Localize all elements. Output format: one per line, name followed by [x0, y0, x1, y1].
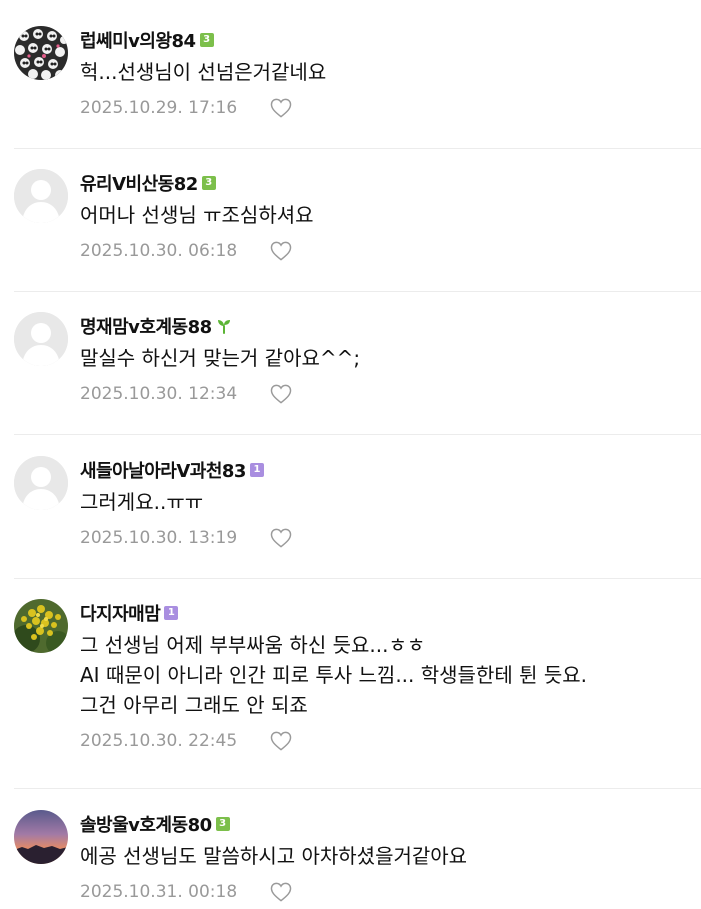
divider — [14, 578, 701, 579]
panda-pattern-avatar-icon — [14, 26, 68, 80]
divider — [14, 434, 701, 435]
author-name[interactable]: 새들아날아라V과천83 — [80, 457, 246, 483]
author-name[interactable]: 명재맘v호계동88 — [80, 313, 212, 339]
comment-text: 어머나 선생님 ㅠ조심하셔요 — [80, 203, 314, 227]
level-badge-icon: 3 — [215, 817, 230, 831]
default-avatar-icon — [14, 169, 68, 223]
avatar[interactable] — [14, 456, 68, 510]
divider — [14, 291, 701, 292]
comment-text: 그러게요..ㅠㅠ — [80, 490, 204, 514]
avatar[interactable] — [14, 312, 68, 366]
level-badge-icon: 1 — [164, 606, 179, 620]
avatar[interactable] — [14, 169, 68, 223]
comment-date: 2025.10.30. 12:34 — [80, 384, 238, 404]
default-avatar-icon — [14, 312, 68, 366]
heart-outline-icon[interactable] — [270, 882, 292, 902]
comment-date: 2025.10.31. 00:18 — [80, 882, 238, 902]
sunset-avatar-icon — [14, 810, 68, 864]
level-badge-icon: 3 — [201, 176, 216, 190]
heart-outline-icon[interactable] — [270, 731, 292, 751]
sprout-badge-icon — [216, 318, 232, 334]
author-name[interactable]: 럽쎄미v의왕84 — [80, 27, 196, 53]
comment-date: 2025.10.30. 13:19 — [80, 528, 238, 548]
level-badge-icon: 1 — [249, 463, 264, 477]
comment-date: 2025.10.30. 06:18 — [80, 241, 238, 261]
comment-text: 말실수 하신거 맞는거 같아요^^; — [80, 346, 361, 370]
comment-date: 2025.10.29. 17:16 — [80, 98, 238, 118]
level-badge-icon: 3 — [199, 33, 214, 47]
comment-text: 그 선생님 어제 부부싸움 하신 듯요...ㅎㅎ AI 때문이 아니라 인간 피… — [80, 633, 588, 717]
heart-outline-icon[interactable] — [270, 241, 292, 261]
heart-outline-icon[interactable] — [270, 98, 292, 118]
avatar[interactable] — [14, 599, 68, 653]
author-name[interactable]: 다지자매맘 — [80, 600, 161, 626]
heart-outline-icon[interactable] — [270, 528, 292, 548]
author-name[interactable]: 유리V비산동82 — [80, 170, 198, 196]
author-name[interactable]: 솔방울v호계동80 — [80, 811, 212, 837]
comment-text: 헉...선생님이 선넘은거같네요 — [80, 60, 327, 84]
comment-date: 2025.10.30. 22:45 — [80, 731, 238, 751]
divider — [14, 788, 701, 789]
default-avatar-icon — [14, 456, 68, 510]
flower-avatar-icon — [14, 599, 68, 653]
divider — [14, 148, 701, 149]
avatar[interactable] — [14, 26, 68, 80]
avatar[interactable] — [14, 810, 68, 864]
comment-text: 에공 선생님도 말씀하시고 아차하셨을거같아요 — [80, 844, 468, 868]
heart-outline-icon[interactable] — [270, 384, 292, 404]
